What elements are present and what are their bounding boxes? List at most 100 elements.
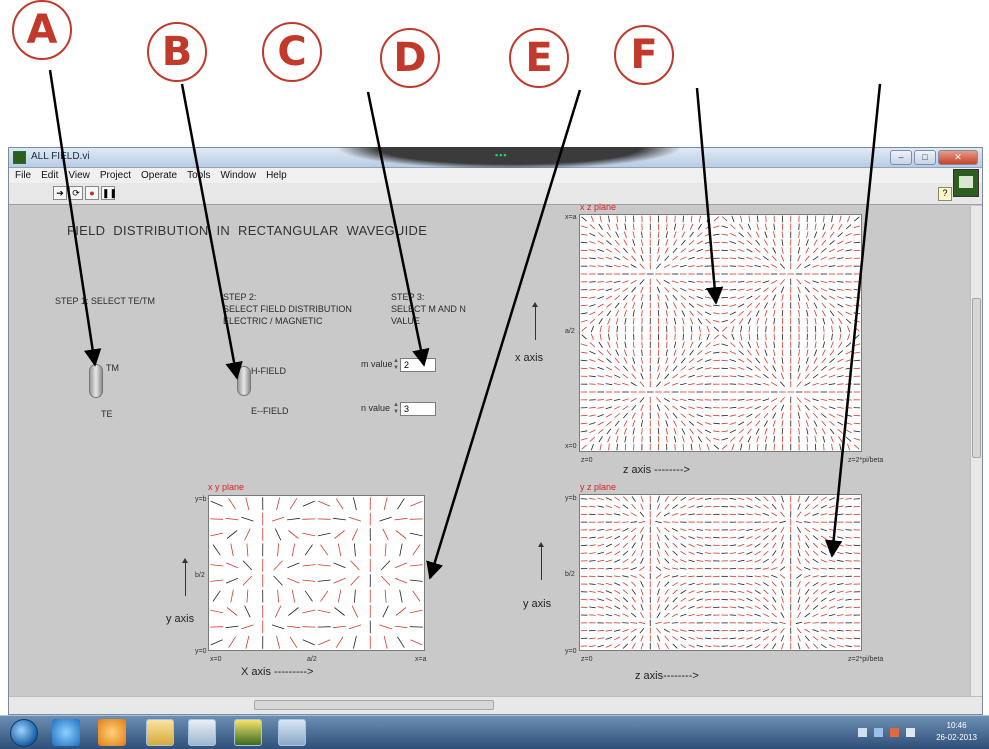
media-player-icon[interactable] bbox=[98, 719, 126, 746]
xz-plane-graph[interactable] bbox=[579, 214, 862, 452]
maximize-button[interactable]: □ bbox=[914, 150, 936, 165]
tray-volume-icon[interactable] bbox=[906, 728, 915, 737]
run-continuously-icon[interactable]: ⟳ bbox=[69, 186, 83, 200]
horizontal-scrollbar[interactable] bbox=[9, 696, 982, 714]
horizontal-scroll-thumb[interactable] bbox=[254, 700, 494, 710]
yz-field-vector bbox=[614, 496, 621, 501]
xz-field-vector bbox=[837, 248, 844, 252]
menu-file[interactable]: File bbox=[15, 168, 31, 183]
vertical-scrollbar[interactable] bbox=[970, 206, 982, 696]
te-tm-toggle-switch[interactable] bbox=[89, 364, 103, 398]
yz-field-vector bbox=[671, 567, 679, 570]
tray-clock[interactable]: 10:46 26-02-2013 bbox=[936, 720, 977, 744]
n-increment-decrement-icon[interactable]: ▲ ▼ bbox=[393, 402, 399, 416]
n-value-input[interactable]: 3 bbox=[400, 402, 436, 416]
yz-field-vector bbox=[688, 513, 695, 516]
minimize-button[interactable]: – bbox=[890, 150, 912, 165]
tool-icon[interactable] bbox=[278, 719, 306, 746]
run-arrow-icon[interactable]: ➔ bbox=[53, 186, 67, 200]
yz-field-vector bbox=[746, 497, 753, 501]
xz-field-vector bbox=[607, 341, 611, 348]
vertical-scroll-thumb[interactable] bbox=[972, 298, 981, 458]
yz-field-vector bbox=[622, 582, 629, 587]
tray-flag-icon[interactable] bbox=[890, 728, 899, 737]
internet-explorer-icon[interactable] bbox=[52, 719, 80, 746]
yz-field-vector bbox=[805, 542, 810, 549]
xy-field-vector bbox=[399, 543, 403, 557]
notepad-icon[interactable] bbox=[188, 719, 216, 746]
xz-field-vector bbox=[837, 265, 844, 267]
yz-field-vector bbox=[630, 567, 637, 571]
file-explorer-icon[interactable] bbox=[146, 719, 174, 746]
close-button[interactable]: ✕ bbox=[938, 150, 978, 165]
xz-field-vector bbox=[580, 359, 588, 362]
yz-field-vector bbox=[589, 544, 596, 547]
xy-yarrow-icon bbox=[182, 558, 188, 596]
menu-view[interactable]: View bbox=[68, 168, 90, 183]
yz-field-vector bbox=[622, 613, 629, 617]
xy-field-vector bbox=[409, 564, 423, 567]
menu-edit[interactable]: Edit bbox=[41, 168, 58, 183]
xz-field-vector bbox=[754, 287, 761, 292]
xy-field-vector bbox=[379, 516, 392, 522]
xz-field-vector bbox=[797, 294, 801, 301]
tray-network-icon[interactable] bbox=[874, 728, 883, 737]
yz-tick-mid: b/2 bbox=[565, 571, 575, 578]
yz-field-vector bbox=[696, 575, 704, 577]
yz-field-vector bbox=[597, 544, 604, 547]
xz-field-vector bbox=[606, 302, 612, 308]
vi-connector-icon[interactable] bbox=[953, 169, 979, 197]
tray-arrow-icon[interactable] bbox=[858, 728, 867, 737]
yz-field-vector bbox=[631, 550, 636, 557]
xz-field-vector bbox=[762, 398, 770, 402]
yz-field-vector bbox=[763, 636, 769, 641]
pause-icon[interactable]: ❚❚ bbox=[101, 186, 117, 200]
yz-field-vector bbox=[828, 644, 836, 648]
xz-field-vector bbox=[773, 341, 775, 349]
menu-tools[interactable]: Tools bbox=[187, 168, 210, 183]
field-type-toggle-switch[interactable] bbox=[237, 366, 251, 396]
xy-field-vector bbox=[210, 532, 224, 537]
yz-field-vector bbox=[812, 521, 819, 523]
title-bar[interactable]: ALL FIELD.vi ▪▪▪ – □ ✕ bbox=[9, 147, 982, 169]
xz-field-vector bbox=[681, 428, 686, 435]
xy-field-vector bbox=[350, 560, 360, 571]
xz-field-vector bbox=[682, 341, 685, 349]
yz-field-vector bbox=[671, 528, 679, 532]
xz-field-vector bbox=[812, 405, 819, 411]
yz-field-vector bbox=[657, 642, 660, 650]
xz-field-vector bbox=[814, 223, 817, 231]
xz-field-vector bbox=[688, 256, 695, 260]
xz-field-vector bbox=[837, 281, 844, 283]
m-value-input[interactable]: 2 bbox=[400, 358, 436, 372]
context-help-icon[interactable]: ? bbox=[938, 187, 952, 201]
menu-window[interactable]: Window bbox=[220, 168, 256, 183]
yz-field-vector bbox=[622, 597, 629, 603]
menu-operate[interactable]: Operate bbox=[141, 168, 177, 183]
xz-field-vector bbox=[696, 366, 704, 370]
yz-field-vector bbox=[657, 542, 660, 549]
yz-field-vector bbox=[605, 605, 613, 609]
xz-field-vector bbox=[713, 319, 720, 323]
yz-field-vector bbox=[845, 529, 852, 531]
xz-tick-mid: a/2 bbox=[565, 328, 575, 335]
abort-stop-icon[interactable]: ● bbox=[85, 186, 99, 200]
xz-field-vector bbox=[763, 365, 769, 372]
xy-field-vector bbox=[333, 517, 346, 521]
menu-project[interactable]: Project bbox=[100, 168, 131, 183]
xz-field-vector bbox=[665, 357, 669, 364]
yz-field-vector bbox=[737, 614, 745, 616]
xz-field-vector bbox=[729, 367, 737, 370]
menu-help[interactable]: Help bbox=[266, 168, 287, 183]
xy-plane-graph[interactable] bbox=[208, 495, 425, 651]
yz-plane-graph[interactable] bbox=[579, 494, 862, 651]
xz-field-vector bbox=[614, 413, 621, 419]
xz-field-vector bbox=[680, 256, 687, 261]
xz-field-vector bbox=[704, 406, 712, 409]
xz-field-vector bbox=[704, 311, 712, 316]
xz-field-vector bbox=[713, 359, 720, 362]
xy-field-vector bbox=[291, 589, 296, 603]
start-button-icon[interactable] bbox=[10, 719, 38, 747]
labview-icon[interactable] bbox=[234, 719, 262, 746]
m-increment-decrement-icon[interactable]: ▲ ▼ bbox=[393, 358, 399, 372]
